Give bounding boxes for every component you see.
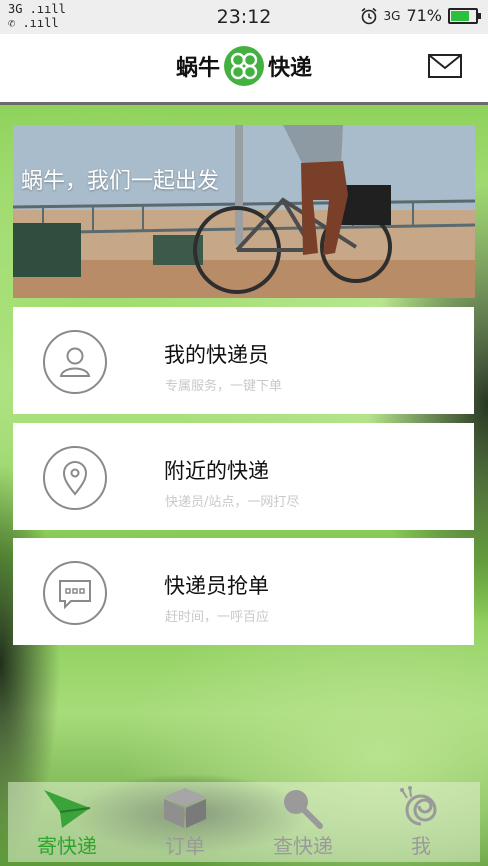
alarm-clock-icon [360,7,377,24]
mail-icon[interactable] [428,54,462,78]
chat-icon-frame [43,561,107,625]
magnifier-icon [284,790,323,829]
card-title: 快递员抢单 [164,574,269,598]
net-type: 3G [383,8,401,23]
nav-orders[interactable]: 订单 [126,782,244,862]
logo-text-left: 蜗牛 [175,56,220,81]
card-subtitle: 快递员/站点，一网打尽 [165,495,300,510]
nav-label: 订单 [165,834,205,858]
app-header: 蜗牛 快递 [0,34,488,105]
card-subtitle: 赶时间，一呼百应 [165,610,270,625]
nav-track-express[interactable]: 查快递 [244,782,362,862]
card-grab-order[interactable]: 快递员抢单 赶时间，一呼百应 [13,538,474,645]
chat-bubble-icon [59,580,91,610]
banner-photo [13,125,475,298]
app-logo: 蜗牛 快递 [0,46,488,86]
paper-plane-icon [44,790,91,828]
logo-text-right: 快递 [268,56,313,81]
snail-icon [400,786,437,826]
card-title: 我的快递员 [164,343,269,367]
person-icon-frame [43,330,107,394]
location-icon-frame [43,446,107,510]
card-my-courier[interactable]: 我的快递员 专属服务，一键下单 [13,307,474,414]
location-pin-icon [62,461,88,496]
nav-label: 我 [411,834,431,858]
nav-me[interactable]: 我 [362,782,480,862]
promo-banner[interactable]: 蜗牛，我们一起出发 [13,125,475,298]
box-icon [164,788,206,828]
battery-fill [451,10,470,21]
card-title: 附近的快递 [164,459,269,483]
bottom-nav: 寄快递 订单 查快递 我 [8,782,480,862]
card-nearby-express[interactable]: 附近的快递 快递员/站点，一网打尽 [13,423,474,530]
battery-percent: 71% [406,6,442,25]
status-right: 3G 71% [360,6,481,25]
battery-icon [448,7,481,24]
nav-send-express[interactable]: 寄快递 [8,782,126,862]
card-subtitle: 专属服务，一键下单 [165,379,283,394]
nav-label: 查快递 [273,834,333,858]
status-bar: 3G .ııll ✆ .ııll 23:12 3G 71% [0,0,488,34]
logo-mark-icon [224,46,264,86]
banner-slogan: 蜗牛，我们一起出发 [21,169,220,194]
nav-label: 寄快递 [37,834,97,858]
person-icon [59,347,91,377]
